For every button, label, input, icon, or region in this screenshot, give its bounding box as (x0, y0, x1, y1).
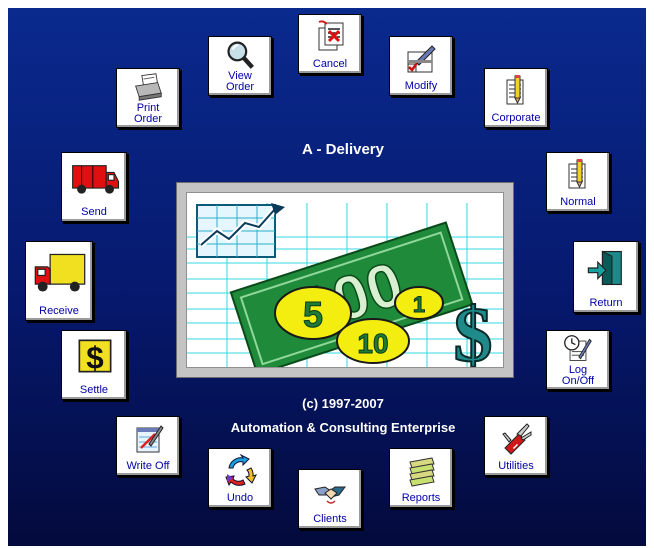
magnifier-icon (227, 41, 254, 69)
settle-label: Settle (79, 384, 109, 396)
reports-button[interactable]: Reports (389, 448, 453, 508)
undo-label: Undo (226, 492, 254, 504)
cancel-label: Cancel (312, 58, 348, 70)
cancel-document-icon (318, 20, 344, 51)
receive-label: Receive (39, 305, 79, 317)
modify-button[interactable]: Modify (389, 36, 453, 96)
write-off-label: Write Off (126, 460, 170, 472)
clients-button[interactable]: Clients (298, 469, 362, 529)
send-label: Send (81, 206, 107, 218)
reports-label: Reports (401, 492, 441, 504)
normal-button[interactable]: Normal (546, 152, 610, 212)
red-van-icon (72, 165, 120, 194)
corporate-button[interactable]: Corporate (484, 68, 548, 128)
send-button[interactable]: Send (61, 152, 127, 222)
normal-label: Normal (560, 196, 596, 208)
money-logo-graphic: 100 5 10 1 $ (187, 203, 503, 367)
svg-text:$: $ (86, 340, 103, 375)
company-name: Automation & Consulting Enterprise (230, 420, 456, 435)
door-exit-icon (587, 250, 622, 286)
return-button[interactable]: Return (573, 241, 639, 313)
clients-label: Clients (313, 513, 347, 525)
dollar-symbol: $ (454, 291, 493, 367)
app-window: A - Delivery 100 5 10 1 $ (c) 1997-2007 … (0, 0, 654, 548)
modify-label: Modify (404, 80, 438, 92)
corporate-label: Corporate (491, 112, 541, 124)
mini-chart-icon (196, 203, 285, 258)
print-order-button[interactable]: Print Order (116, 68, 180, 128)
notepad-pencil-icon (568, 159, 586, 189)
copyright-text: (c) 1997-2007 (302, 396, 384, 411)
coin-1: 1 (413, 292, 425, 317)
yellow-truck-icon (34, 253, 86, 292)
circular-arrows-icon (225, 454, 257, 487)
cancel-button[interactable]: Cancel (298, 14, 362, 74)
coin-5: 5 (303, 294, 323, 335)
handshake-icon (314, 486, 346, 504)
utilities-label: Utilities (498, 460, 534, 472)
log-onoff-label: Log On/Off (561, 364, 595, 387)
coin-10: 10 (357, 328, 388, 359)
view-order-button[interactable]: View Order (208, 36, 272, 96)
settle-button[interactable]: $ Settle (61, 330, 127, 400)
receive-button[interactable]: Receive (25, 241, 93, 321)
log-onoff-button[interactable]: Log On/Off (546, 330, 610, 390)
undo-button[interactable]: Undo (208, 448, 272, 508)
notepad-strike-icon (136, 425, 164, 453)
utilities-button[interactable]: Utilities (484, 416, 548, 476)
edit-checklist-icon (407, 45, 436, 73)
return-label: Return (589, 297, 623, 309)
print-order-label: Print Order (133, 102, 163, 125)
view-order-label: View Order (225, 70, 255, 93)
stacked-papers-icon (409, 457, 435, 487)
main-panel: A - Delivery 100 5 10 1 $ (c) 1997-2007 … (8, 8, 646, 546)
dollar-sign-icon: $ (78, 339, 112, 375)
printer-icon (135, 73, 162, 101)
logo-frame: 100 5 10 1 $ (176, 182, 514, 378)
app-title: A - Delivery (302, 141, 384, 158)
notepad-pencil-icon (506, 75, 524, 105)
money-logo: 100 5 10 1 $ (186, 192, 504, 368)
write-off-button[interactable]: Write Off (116, 416, 180, 476)
clock-notepad-icon (564, 335, 592, 361)
swiss-knife-icon (502, 423, 532, 455)
